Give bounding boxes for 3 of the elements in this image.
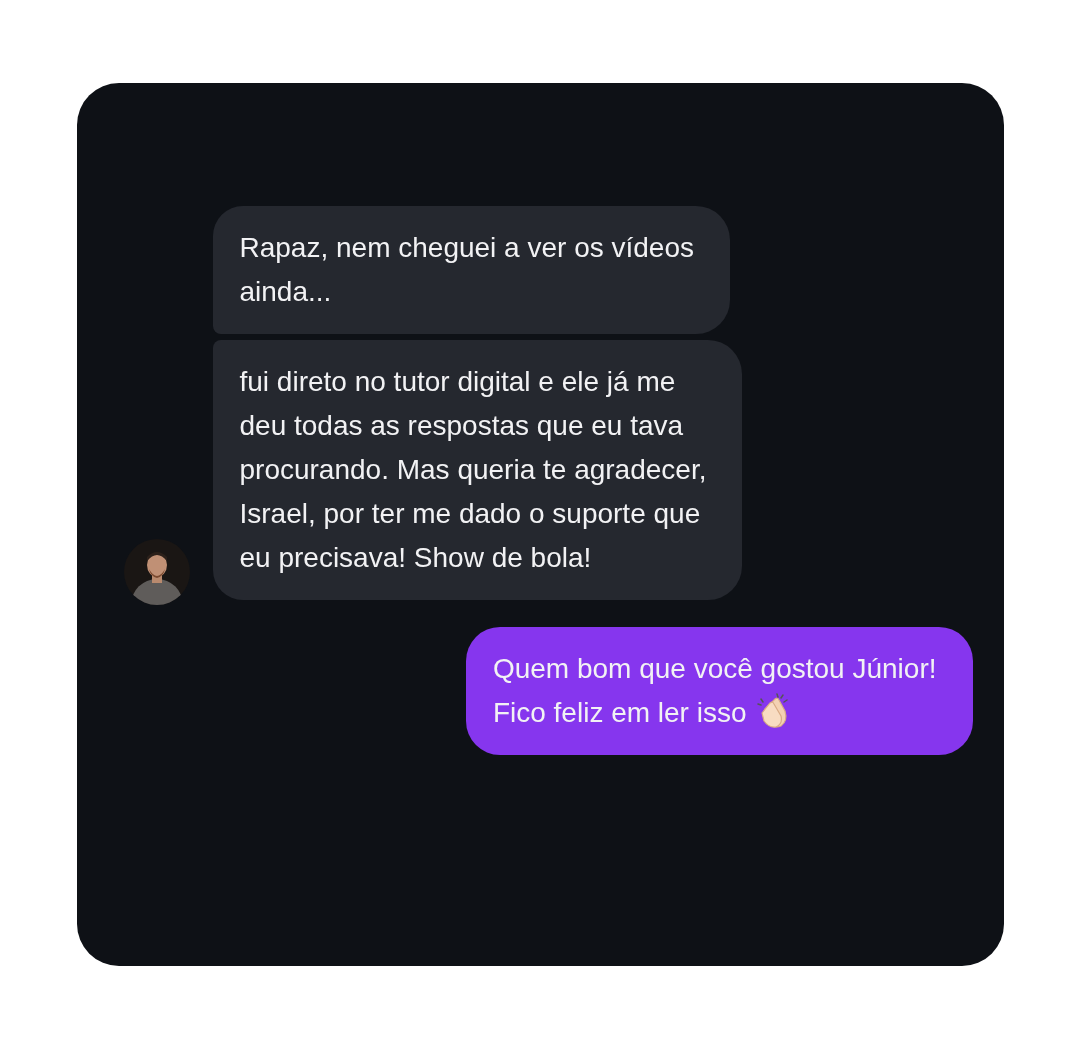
message-bubble: Rapaz, nem cheguei a ver os vídeos ainda... <box>212 206 730 334</box>
message-bubble: fui direto no tutor digital e ele já me deu todas as respostas que eu tava procurando. Mas queria te agradecer, Israel, por ter me dado o suporte que eu precisava! Show de bola! <box>212 340 743 600</box>
message-bubble: Quem bom que você gostou Júnior! Fico feliz em ler isso <box>465 627 973 755</box>
